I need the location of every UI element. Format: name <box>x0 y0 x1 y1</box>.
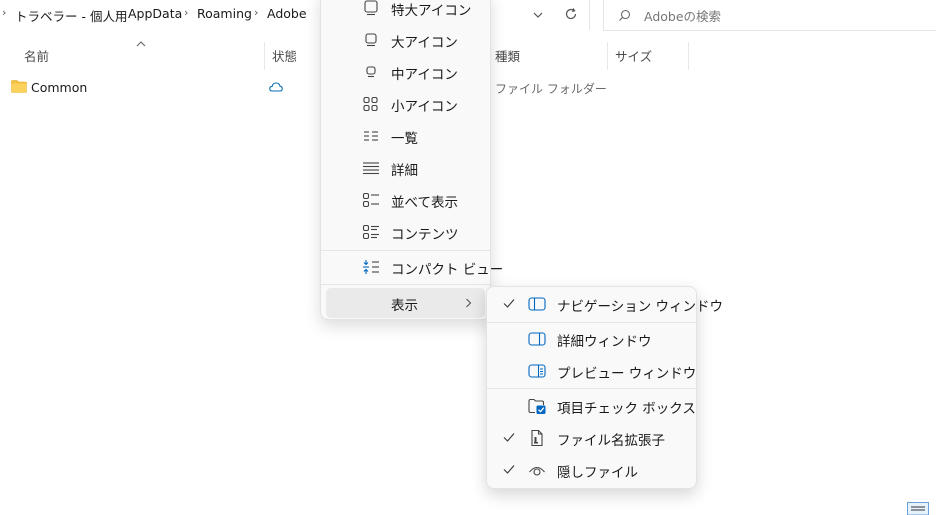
submenu-item-navigation-pane[interactable]: ナビゲーション ウィンドウ <box>487 289 723 319</box>
submenu-item-preview-pane[interactable]: プレビュー ウィンドウ <box>487 356 696 386</box>
submenu-item-item-checkboxes[interactable]: 項目チェック ボックス <box>487 391 696 421</box>
submenu-item-label: ファイル名拡張子 <box>557 433 665 449</box>
menu-item-label: 小アイコン <box>391 99 458 115</box>
menu-separator <box>487 322 696 323</box>
tiles-icon <box>362 192 379 208</box>
menu-item-label: コンパクト ビュー <box>391 262 504 278</box>
breadcrumb-chevron-icon[interactable]: › <box>2 6 6 19</box>
menu-item-label: コンテンツ <box>391 227 459 243</box>
column-header-type[interactable]: 種類 <box>495 46 520 65</box>
breadcrumb-item-adobe[interactable]: Adobe <box>267 6 307 21</box>
checkmark-icon <box>503 465 515 474</box>
submenu-item-label: 項目チェック ボックス <box>557 401 696 417</box>
menu-item-label: 一覧 <box>391 131 418 147</box>
menu-item-content[interactable]: コンテンツ <box>321 217 490 247</box>
navigation-pane-icon <box>528 297 546 311</box>
item-checkbox-icon <box>528 398 546 414</box>
menu-item-details[interactable]: 詳細 <box>321 153 490 183</box>
menu-item-label: 表示 <box>391 298 418 314</box>
menu-item-list[interactable]: 一覧 <box>321 121 490 151</box>
column-header-name[interactable]: 名前 <box>24 46 49 65</box>
file-name[interactable]: Common <box>31 80 87 95</box>
search-icon <box>619 9 631 21</box>
column-separator[interactable] <box>264 42 265 70</box>
menu-item-label: 詳細 <box>391 163 418 179</box>
menu-item-extra-large-icons[interactable]: 特大アイコン <box>321 0 490 23</box>
breadcrumb-item-appdata[interactable]: AppData <box>128 6 182 21</box>
file-type: ファイル フォルダー <box>495 82 607 96</box>
breadcrumb-item-user[interactable]: トラベラー - 個人用 <box>15 6 127 25</box>
submenu-item-label: 隠しファイル <box>557 465 638 481</box>
column-header-size[interactable]: サイズ <box>615 46 652 65</box>
sort-ascending-icon <box>136 41 146 47</box>
submenu-item-label: プレビュー ウィンドウ <box>557 366 697 382</box>
menu-item-medium-icons[interactable]: 中アイコン <box>321 57 490 87</box>
compact-view-icon <box>363 260 379 274</box>
refresh-icon[interactable] <box>564 7 578 21</box>
checkmark-icon <box>503 433 515 442</box>
list-icon <box>364 131 378 141</box>
breadcrumb-separator-icon: › <box>184 6 189 19</box>
details-view-button-icon[interactable] <box>907 502 929 515</box>
address-dropdown-icon[interactable] <box>532 9 544 21</box>
large-icons-icon <box>365 33 377 47</box>
menu-item-label: 大アイコン <box>391 35 458 51</box>
content-icon <box>362 224 379 240</box>
toolbar-divider <box>589 0 590 30</box>
column-separator[interactable] <box>607 42 608 70</box>
file-extension-icon <box>531 429 543 447</box>
small-icons-icon <box>363 96 378 112</box>
column-separator[interactable] <box>688 42 689 70</box>
menu-item-label: 並べて表示 <box>391 195 458 211</box>
checkmark-icon <box>503 299 515 308</box>
menu-item-small-icons[interactable]: 小アイコン <box>321 89 490 119</box>
extra-large-icons-icon <box>364 0 378 16</box>
submenu-item-details-pane[interactable]: 詳細ウィンドウ <box>487 324 696 354</box>
submenu-item-label: 詳細ウィンドウ <box>557 334 652 350</box>
folder-icon <box>11 80 27 93</box>
view-menu: 特大アイコン 大アイコン 中アイコン 小アイコン 一覧 詳細 並べて表示 コンテ… <box>320 0 503 320</box>
menu-item-tiles[interactable]: 並べて表示 <box>321 185 490 215</box>
submenu-item-hidden-files[interactable]: 隠しファイル <box>487 455 696 485</box>
details-icon <box>363 162 379 175</box>
breadcrumb-separator-icon: › <box>254 6 259 19</box>
menu-item-compact-view[interactable]: コンパクト ビュー <box>321 252 503 282</box>
hidden-files-icon <box>529 466 545 476</box>
menu-item-label: 特大アイコン <box>391 3 472 19</box>
menu-item-label: 中アイコン <box>391 67 458 83</box>
medium-icons-icon <box>366 66 376 78</box>
menu-item-large-icons[interactable]: 大アイコン <box>321 25 490 55</box>
menu-item-show[interactable]: 表示 <box>326 288 485 318</box>
details-pane-icon <box>528 332 546 346</box>
show-submenu: ナビゲーション ウィンドウ 詳細ウィンドウ プレビュー ウィンドウ 項目チェック… <box>486 286 723 489</box>
breadcrumb-item-roaming[interactable]: Roaming <box>197 6 252 21</box>
chevron-right-icon <box>466 298 472 308</box>
search-placeholder: Adobeの検索 <box>644 9 722 24</box>
column-header-status[interactable]: 状態 <box>272 46 297 65</box>
search-box[interactable]: Adobeの検索 <box>603 0 936 31</box>
preview-pane-icon <box>528 364 546 378</box>
address-tools <box>524 4 588 26</box>
menu-separator <box>321 284 490 285</box>
menu-separator <box>487 388 696 389</box>
cloud-icon <box>269 82 283 92</box>
submenu-item-label: ナビゲーション ウィンドウ <box>557 299 724 315</box>
menu-separator <box>321 250 490 251</box>
submenu-item-file-extensions[interactable]: ファイル名拡張子 <box>487 423 696 453</box>
breadcrumb-separator-icon: › <box>115 6 120 19</box>
